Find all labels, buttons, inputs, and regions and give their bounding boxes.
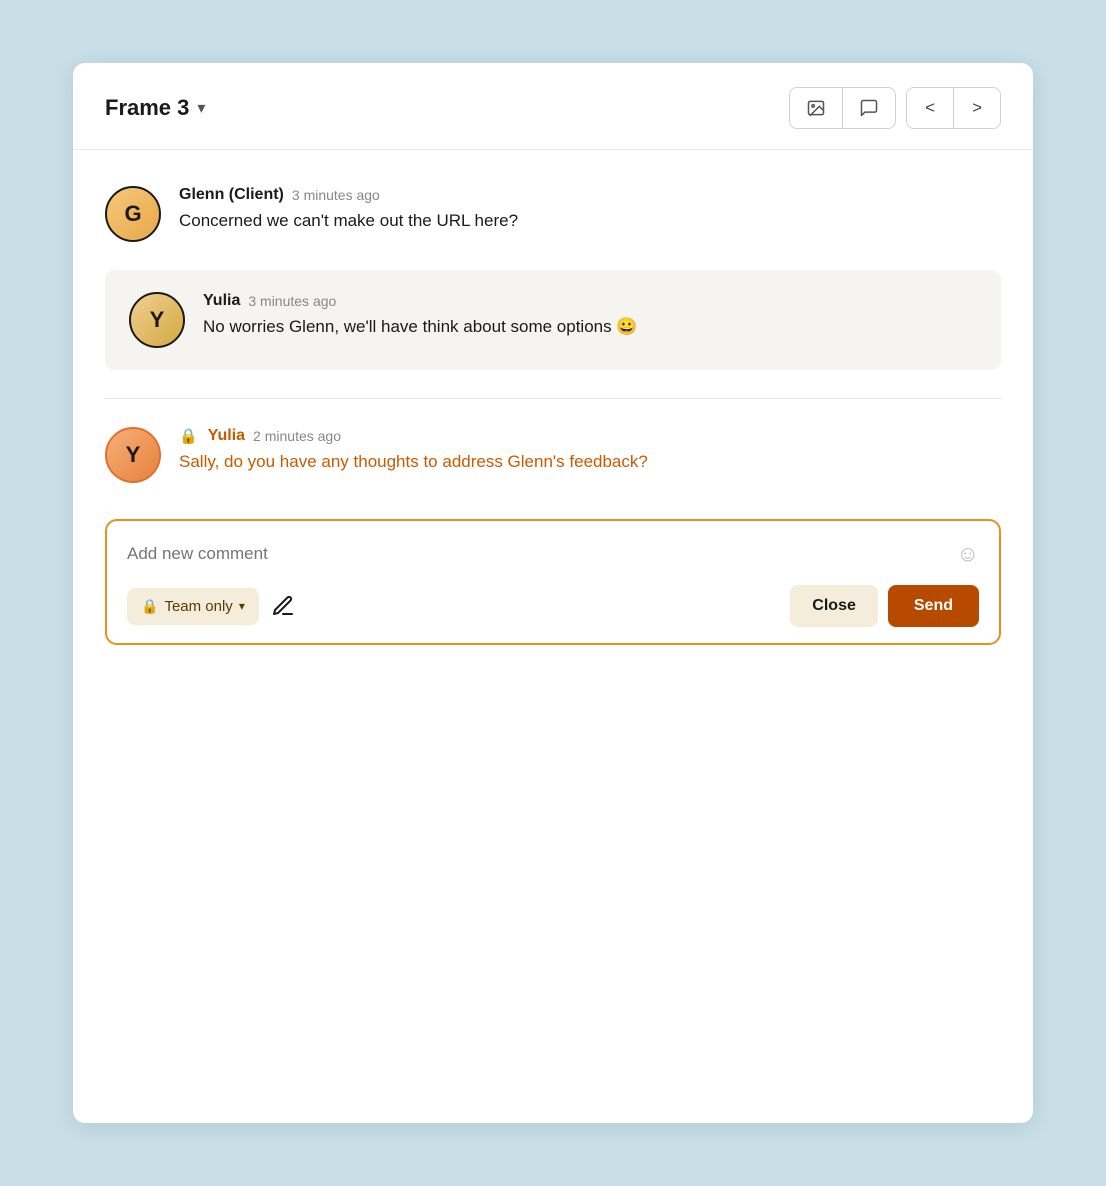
- title-chevron-icon[interactable]: ▾: [197, 98, 205, 118]
- input-actions-right: Close Send: [790, 585, 979, 627]
- avatar-letter-yulia-mention: Y: [126, 442, 141, 468]
- comment-time-yulia-mention: 2 minutes ago: [253, 428, 341, 444]
- comment-glenn: G Glenn (Client) 3 minutes ago Concerned…: [105, 186, 1001, 270]
- main-window: Frame 3 ▾: [73, 63, 1033, 1123]
- content-area: G Glenn (Client) 3 minutes ago Concerned…: [73, 150, 1033, 1123]
- input-row: ☺: [127, 541, 979, 567]
- navigation-group: < >: [906, 87, 1001, 129]
- reply-inner: Y Yulia 3 minutes ago No worries Glenn, …: [129, 292, 977, 348]
- image-view-button[interactable]: [790, 88, 843, 128]
- emoji-button[interactable]: ☺: [957, 541, 979, 567]
- edit-button[interactable]: [271, 594, 295, 618]
- header-right: < >: [789, 87, 1001, 129]
- avatar-letter-yulia-reply: Y: [150, 307, 165, 333]
- comment-yulia-mention: Y 🔒 Yulia 2 minutes ago Sally, do you ha…: [105, 427, 1001, 511]
- avatar-glenn: G: [105, 186, 161, 242]
- comment-body-yulia-mention: 🔒 Yulia 2 minutes ago Sally, do you have…: [179, 427, 648, 475]
- pencil-icon: [271, 594, 295, 618]
- avatar-yulia-mention: Y: [105, 427, 161, 483]
- comment-icon: [859, 98, 879, 118]
- comment-view-button[interactable]: [843, 88, 895, 128]
- comment-text-glenn: Concerned we can't make out the URL here…: [179, 208, 518, 234]
- comment-input[interactable]: [127, 544, 957, 564]
- comment-author-yulia-mention: Yulia: [208, 427, 245, 445]
- comment-time-yulia-reply: 3 minutes ago: [248, 293, 336, 309]
- input-actions: 🔒 Team only ▾ Close Send: [127, 585, 979, 627]
- next-button[interactable]: >: [954, 88, 1000, 128]
- team-only-button[interactable]: 🔒 Team only ▾: [127, 588, 259, 625]
- avatar-yulia-reply: Y: [129, 292, 185, 348]
- team-only-chevron-icon: ▾: [239, 599, 245, 613]
- comment-meta-glenn: Glenn (Client) 3 minutes ago: [179, 186, 518, 204]
- comment-body-glenn: Glenn (Client) 3 minutes ago Concerned w…: [179, 186, 518, 234]
- comment-time-glenn: 3 minutes ago: [292, 187, 380, 203]
- comment-author-yulia-reply: Yulia: [203, 292, 240, 310]
- section-divider: [105, 398, 1001, 399]
- comment-text-yulia-mention: Sally, do you have any thoughts to addre…: [179, 449, 648, 475]
- team-only-label: Team only: [164, 598, 232, 615]
- send-button[interactable]: Send: [888, 585, 979, 627]
- reply-block-yulia: Y Yulia 3 minutes ago No worries Glenn, …: [105, 270, 1001, 370]
- input-actions-left: 🔒 Team only ▾: [127, 588, 295, 625]
- view-toggle-group: [789, 87, 896, 129]
- comment-text-yulia-reply: No worries Glenn, we'll have think about…: [203, 314, 638, 340]
- comment-author-glenn: Glenn (Client): [179, 186, 284, 204]
- comment-meta-yulia-reply: Yulia 3 minutes ago: [203, 292, 638, 310]
- new-comment-area: ☺ 🔒 Team only ▾: [105, 519, 1001, 645]
- header-left: Frame 3 ▾: [105, 95, 205, 121]
- header: Frame 3 ▾: [73, 63, 1033, 150]
- close-button[interactable]: Close: [790, 585, 878, 627]
- image-icon: [806, 98, 826, 118]
- prev-button[interactable]: <: [907, 88, 954, 128]
- comment-body-yulia-reply: Yulia 3 minutes ago No worries Glenn, we…: [203, 292, 638, 340]
- team-only-lock-icon: 🔒: [141, 598, 158, 615]
- avatar-letter-glenn: G: [124, 201, 141, 227]
- lock-icon: 🔒: [179, 427, 198, 445]
- comment-meta-yulia-mention: 🔒 Yulia 2 minutes ago: [179, 427, 648, 445]
- frame-title: Frame 3: [105, 95, 189, 121]
